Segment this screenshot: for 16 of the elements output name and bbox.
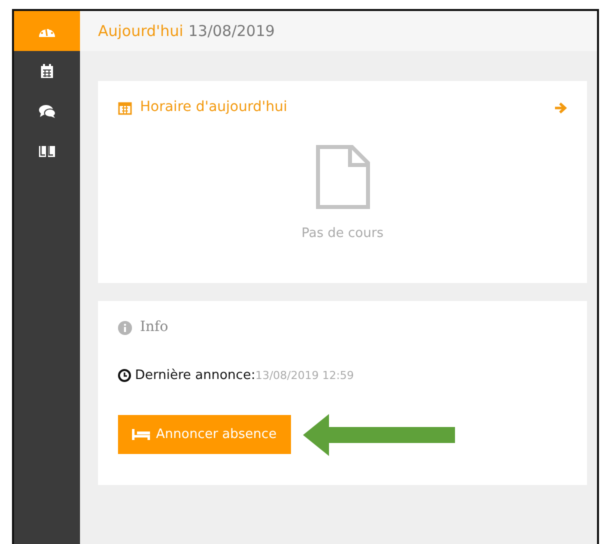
last-announcement-time: 13/08/2019 12:59 — [255, 368, 354, 384]
report-absence-button[interactable]: Annoncer absence — [118, 414, 291, 454]
bed-icon — [132, 429, 150, 440]
calendar-icon — [118, 100, 132, 114]
document-icon — [314, 144, 370, 210]
card-title: Horaire d'aujourd'hui — [140, 98, 288, 117]
page-title: Aujourd'hui — [98, 20, 184, 42]
last-announcement-label: Dernière annonce: — [135, 367, 256, 385]
empty-message: Pas de cours — [302, 225, 384, 243]
card-title: Info — [140, 318, 168, 337]
chat-icon — [38, 104, 56, 118]
calendar-icon — [40, 64, 54, 78]
clock-icon — [118, 369, 131, 382]
book-icon — [39, 144, 55, 158]
info-icon — [118, 320, 132, 334]
date-text: 13/08/2019 — [188, 20, 275, 42]
